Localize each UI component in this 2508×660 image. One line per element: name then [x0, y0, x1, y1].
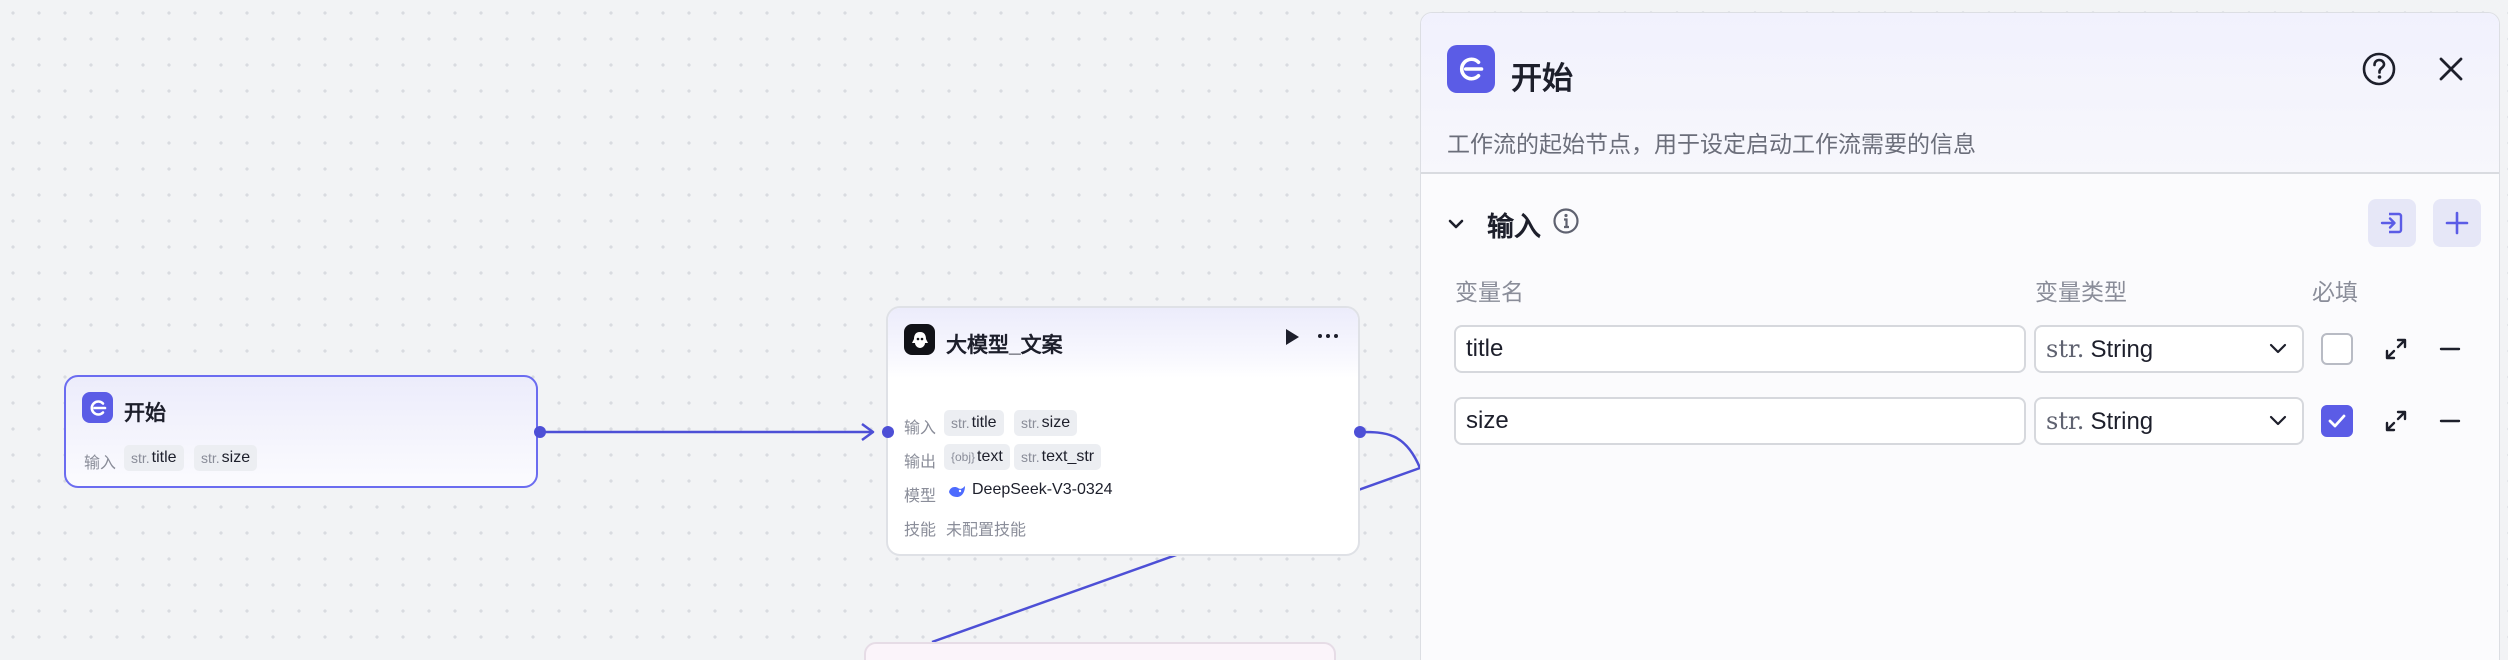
type-text: str. String	[2046, 407, 2153, 436]
deepseek-icon	[948, 484, 966, 505]
start-node-input-tag: str. title	[124, 445, 184, 471]
variable-name-input[interactable]: title	[1454, 325, 2026, 373]
check-icon	[2328, 414, 2346, 428]
tag-type: str.	[951, 415, 970, 431]
llm-node-skills-value: 未配置技能	[946, 522, 1027, 539]
llm-node-skills-label: 技能	[904, 522, 937, 539]
tag-name: text	[977, 448, 1003, 465]
llm-node-output-tag: str. text_str	[1014, 444, 1102, 470]
column-header-name: 变量名	[1455, 279, 1524, 305]
tag-type: str.	[1021, 415, 1040, 431]
variable-type-select[interactable]: str. String	[2034, 325, 2304, 373]
collapse-chevron-icon[interactable]	[1445, 213, 1467, 235]
expand-icon[interactable]	[2378, 331, 2414, 367]
start-node-title: 开始	[124, 402, 166, 425]
variable-type-select[interactable]: str. String	[2034, 397, 2304, 445]
llm-node-icon	[904, 324, 935, 355]
llm-node[interactable]: 大模型_文案 输入 str. title str. size 输出 {obj} tex…	[886, 306, 1360, 556]
run-icon[interactable]	[1284, 328, 1300, 352]
start-node-input-tag: str. size	[194, 445, 258, 471]
start-node-icon	[82, 392, 113, 423]
type-text: str. String	[2046, 335, 2153, 364]
chevron-down-icon	[2269, 415, 2287, 426]
llm-node-input-port[interactable]	[882, 426, 894, 438]
tag-name: size	[1041, 414, 1071, 431]
lower-node[interactable]	[864, 642, 1336, 660]
panel-description: 工作流的起始节点，用于设定启动工作流需要的信息	[1447, 131, 1976, 157]
llm-node-output-label: 输出	[904, 454, 937, 471]
close-icon[interactable]	[2435, 53, 2467, 85]
info-icon	[1552, 207, 1580, 235]
llm-node-output-port[interactable]	[1354, 426, 1366, 438]
edge-llm-to-next	[1359, 430, 1422, 469]
llm-node-input-tag: str. size	[1014, 410, 1078, 436]
llm-node-model-label: 模型	[904, 488, 937, 505]
llm-node-input-label: 输入	[904, 420, 937, 437]
required-checkbox[interactable]	[2321, 405, 2353, 437]
tag-type: str.	[201, 450, 220, 466]
panel-title: 开始	[1511, 61, 1573, 96]
tag-name: size	[221, 449, 251, 466]
column-header-type: 变量类型	[2035, 279, 2127, 305]
expand-icon[interactable]	[2378, 403, 2414, 439]
start-node-input-label: 输入	[84, 455, 117, 472]
variable-name-input[interactable]: size	[1454, 397, 2026, 445]
type-value: String	[2090, 335, 2154, 363]
start-node-icon	[1447, 45, 1495, 93]
help-icon[interactable]	[2361, 51, 2397, 87]
tag-name: title	[971, 414, 997, 431]
type-value: String	[2090, 407, 2154, 435]
import-button[interactable]	[2368, 199, 2416, 247]
node-settings-panel: 开始 工作流的起始节点，用于设定启动工作流需要的信息 输入 变量名 变量类型 必…	[1420, 12, 2500, 660]
start-node-output-port[interactable]	[534, 426, 546, 438]
start-node[interactable]: 开始 输入 str. title str. size	[64, 375, 538, 488]
tag-type: {obj}	[951, 450, 976, 464]
add-variable-button[interactable]	[2433, 199, 2481, 247]
llm-node-input-tag: str. title	[944, 410, 1004, 436]
tag-type: str.	[131, 450, 150, 466]
input-section-title: 输入	[1487, 212, 1541, 242]
panel-header: 开始 工作流的起始节点，用于设定启动工作流需要的信息	[1421, 13, 2499, 174]
more-icon[interactable]	[1316, 324, 1340, 354]
required-checkbox[interactable]	[2321, 333, 2353, 365]
chevron-down-icon	[2269, 343, 2287, 354]
llm-node-output-tag: {obj} text	[944, 444, 1010, 470]
remove-icon[interactable]	[2432, 403, 2468, 439]
tag-name: text_str	[1041, 448, 1095, 465]
llm-node-title: 大模型_文案	[946, 334, 1063, 357]
column-header-required: 必填	[2312, 279, 2358, 305]
tag-name: title	[151, 449, 177, 466]
llm-node-model-name: DeepSeek-V3-0324	[972, 481, 1113, 498]
tag-type: str.	[1021, 449, 1040, 465]
type-prefix: str.	[2046, 406, 2085, 435]
type-prefix: str.	[2046, 334, 2085, 363]
remove-icon[interactable]	[2432, 331, 2468, 367]
